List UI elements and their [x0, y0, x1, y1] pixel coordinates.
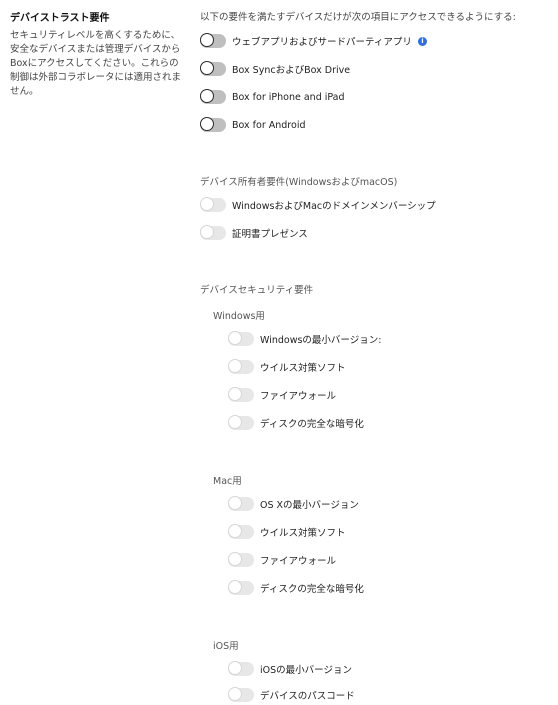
mac-antivirus-toggle[interactable]	[228, 524, 254, 539]
box-android-toggle[interactable]	[200, 117, 226, 132]
toggle-knob	[200, 89, 214, 103]
toggle-label: ディスクの完全な暗号化	[260, 584, 364, 595]
section-title: デバイストラスト要件	[10, 13, 110, 24]
windows-heading: Windows用	[213, 311, 265, 322]
toggle-label: ファイアウォール	[260, 556, 337, 567]
web-apps-toggle[interactable]	[200, 33, 226, 48]
toggle-knob	[228, 524, 242, 538]
toggle-knob	[200, 33, 214, 47]
toggle-row-mac-disk-encryption: ディスクの完全な暗号化	[228, 578, 364, 598]
toggle-row-ios-passcode: デバイスのパスコード	[228, 685, 355, 705]
toggle-label: ファイアウォール	[260, 391, 337, 402]
toggle-knob	[228, 687, 242, 701]
toggle-row-certificate: 証明書プレゼンス	[200, 223, 308, 243]
toggle-knob	[200, 225, 214, 239]
toggle-row-box-iphone: Box for iPhone and iPad	[200, 87, 345, 107]
toggle-row-web-apps: ウェブアプリおよびサードパーティアプリ i	[200, 31, 427, 51]
toggle-row-windows-antivirus: ウイルス対策ソフト	[228, 357, 346, 377]
mac-heading: Mac用	[213, 476, 242, 487]
certificate-presence-toggle[interactable]	[200, 225, 226, 240]
toggle-row-domain-membership: WindowsおよびMacのドメインメンバーシップ	[200, 195, 436, 215]
toggle-row-mac-firewall: ファイアウォール	[228, 550, 336, 570]
security-requirements-heading: デバイスセキュリティ要件	[200, 285, 314, 296]
toggle-label: デバイスのパスコード	[260, 691, 355, 702]
toggle-row-ios-min-version: iOSの最小バージョン	[228, 659, 352, 679]
toggle-row-windows-disk-encryption: ディスクの完全な暗号化	[228, 413, 364, 433]
mac-min-version-toggle[interactable]	[228, 496, 254, 511]
ios-heading: iOS用	[213, 641, 239, 652]
toggle-label: Box for Android	[232, 119, 306, 131]
toggle-knob	[200, 117, 214, 131]
owner-requirements-heading: デバイス所有者要件(WindowsおよびmacOS)	[200, 177, 398, 188]
box-iphone-toggle[interactable]	[200, 89, 226, 104]
toggle-label: 証明書プレゼンス	[232, 229, 308, 240]
box-sync-toggle[interactable]	[200, 61, 226, 76]
toggle-knob	[200, 197, 214, 211]
toggle-label: Windowsの最小バージョン:	[260, 335, 382, 346]
windows-antivirus-toggle[interactable]	[228, 359, 254, 374]
toggle-knob	[200, 61, 214, 75]
mac-disk-encryption-toggle[interactable]	[228, 580, 254, 595]
domain-membership-toggle[interactable]	[200, 197, 226, 212]
access-intro-text: 以下の要件を満たすデバイスだけが次の項目にアクセスできるようにする:	[200, 12, 516, 23]
toggle-knob	[228, 496, 242, 510]
windows-firewall-toggle[interactable]	[228, 387, 254, 402]
section-description: セキュリティレベルを高くするために、安全なデバイスまたは管理デバイスからBoxに…	[10, 30, 182, 97]
toggle-label: ウイルス対策ソフト	[260, 528, 346, 539]
ios-passcode-toggle[interactable]	[228, 687, 254, 702]
toggle-knob	[228, 661, 242, 675]
toggle-row-mac-min-version: OS Xの最小バージョン	[228, 494, 359, 514]
toggle-label: ディスクの完全な暗号化	[260, 419, 364, 430]
windows-min-version-toggle[interactable]	[228, 331, 254, 346]
mac-firewall-toggle[interactable]	[228, 552, 254, 567]
toggle-label: OS Xの最小バージョン	[260, 500, 359, 511]
toggle-label: WindowsおよびMacのドメインメンバーシップ	[232, 201, 436, 212]
toggle-label: Box SyncおよびBox Drive	[232, 65, 351, 76]
toggle-label: Box for iPhone and iPad	[232, 91, 345, 103]
windows-disk-encryption-toggle[interactable]	[228, 415, 254, 430]
ios-min-version-toggle[interactable]	[228, 661, 254, 676]
toggle-knob	[228, 415, 242, 429]
toggle-label: ウイルス対策ソフト	[260, 363, 346, 374]
toggle-row-mac-antivirus: ウイルス対策ソフト	[228, 522, 346, 542]
toggle-row-box-sync: Box SyncおよびBox Drive	[200, 59, 350, 79]
toggle-row-windows-min-version: Windowsの最小バージョン:	[228, 329, 381, 349]
toggle-label: iOSの最小バージョン	[260, 665, 352, 676]
toggle-row-box-android: Box for Android	[200, 115, 306, 135]
toggle-knob	[228, 387, 242, 401]
info-icon[interactable]: i	[417, 36, 427, 46]
toggle-knob	[228, 552, 242, 566]
toggle-knob	[228, 331, 242, 345]
toggle-row-windows-firewall: ファイアウォール	[228, 385, 336, 405]
toggle-knob	[228, 359, 242, 373]
toggle-label: ウェブアプリおよびサードパーティアプリ	[232, 37, 412, 48]
toggle-knob	[228, 580, 242, 594]
